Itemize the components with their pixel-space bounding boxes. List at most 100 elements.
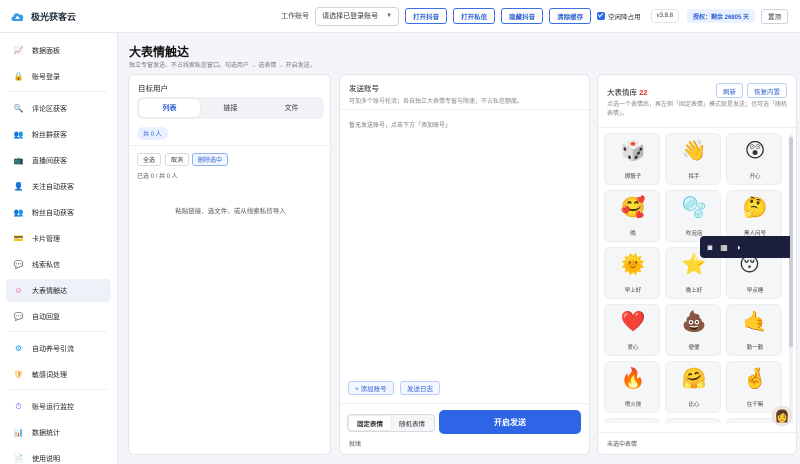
cancel-button[interactable]: 取消 xyxy=(165,153,190,166)
emoji-label: 喷火烧 xyxy=(624,402,642,408)
emoji-tile[interactable]: 👋 挥手 xyxy=(665,133,721,185)
sidebar-item-label: 线索私信 xyxy=(32,261,60,269)
fans-icon: 👥 xyxy=(13,208,24,217)
version-badge: v3.8.8 xyxy=(650,9,679,23)
sidebar-item-monitor[interactable]: ⏱ 账号运行监控 xyxy=(6,395,111,418)
open-dm-button[interactable]: 打开私信 xyxy=(453,8,496,24)
lock-icon: 🔒 xyxy=(13,72,24,81)
brand: 极光获客云 xyxy=(0,10,120,23)
emoji-label: 晚 xyxy=(630,231,636,237)
sidebar-item-label: 账号运行监控 xyxy=(32,403,74,411)
account-select[interactable]: 请选择已登录账号 ▼ xyxy=(315,6,400,26)
cloud-logo-icon xyxy=(11,12,24,21)
reply-icon: 💬 xyxy=(13,312,24,321)
divider xyxy=(340,109,591,110)
sidebar-item-follow[interactable]: 👤 关注自动获客 xyxy=(6,175,111,198)
pin-top-button[interactable]: 置顶 xyxy=(761,8,788,24)
mode-fixed[interactable]: 固定表情 xyxy=(349,416,391,430)
sidebar-item-label: 敏感词处理 xyxy=(32,371,67,379)
sidebar-item-stats[interactable]: 📊 数据统计 xyxy=(6,421,111,444)
doc-icon: 📄 xyxy=(13,454,24,463)
sidebar-item-fan-group[interactable]: 👥 粉丝群获客 xyxy=(6,123,111,146)
emoji-image-icon: 🤙 xyxy=(742,311,768,333)
emoji-tile[interactable]: 🥰 晚 xyxy=(604,190,660,242)
source-tabs: 列表 链接 文件 xyxy=(137,97,324,119)
emoji-image-icon: 😲 xyxy=(744,140,766,162)
sender-title: 发送账号 xyxy=(349,84,379,93)
sidebar-item-auto-reply[interactable]: 💬 自动回复 xyxy=(6,305,111,328)
start-send-button[interactable]: 开启发送 xyxy=(439,410,581,434)
emoji-image-icon: 🫧 xyxy=(681,197,707,219)
sidebar-item-cards[interactable]: 💳 卡片管理 xyxy=(6,227,111,250)
target-users-panel: 目标用户 列表 链接 文件 共 0 人 全选 取消 删除选中 已选 0 / 共 … xyxy=(128,74,332,455)
tab-file[interactable]: 文件 xyxy=(261,99,322,117)
search-icon: 🔍 xyxy=(13,104,24,113)
sidebar-item-big-emoji[interactable]: ☺ 大表情触达 xyxy=(6,279,111,302)
message-icon: 💬 xyxy=(13,260,24,269)
delete-selected-button[interactable]: 删除选中 xyxy=(192,153,229,166)
add-account-button[interactable]: + 添加账号 xyxy=(348,381,394,395)
checkbox-checked-icon[interactable] xyxy=(597,12,606,20)
emoji-tile[interactable]: 💩 便便 xyxy=(665,304,721,356)
send-log-button[interactable]: 发送日志 xyxy=(400,381,440,395)
sidebar-item-login[interactable]: 🔒 账号登录 xyxy=(6,65,111,88)
app-name: 极光获客云 xyxy=(31,11,77,22)
assistant-avatar-icon[interactable]: 👩 xyxy=(772,406,792,426)
follow-icon: 👤 xyxy=(13,182,24,191)
mode-random[interactable]: 随机表情 xyxy=(391,416,433,430)
divider xyxy=(598,127,798,128)
grid-icon[interactable]: ▦ xyxy=(719,242,729,252)
emoji-image-icon: 🔥 xyxy=(620,368,646,390)
emoji-tile[interactable]: 😁 xyxy=(665,418,721,423)
open-douyin-button[interactable]: 打开抖音 xyxy=(405,8,448,24)
sender-empty-tip: 暂无发送账号，点击下方「添加账号」 xyxy=(349,123,452,129)
clear-cache-button[interactable]: 清除缓存 xyxy=(549,8,592,24)
emoji-tile[interactable]: 🫧 吹泡泡 xyxy=(665,190,721,242)
emoji-label: 比心 xyxy=(688,402,700,408)
sidebar-item-docs[interactable]: 📄 使用说明 xyxy=(6,447,111,464)
sidebar-divider xyxy=(10,91,107,92)
select-all-button[interactable]: 全选 xyxy=(137,153,162,166)
emoji-grid: 🎲 掷骰子 👋 挥手 😲 开心 🥰 晚 🫧 吹泡泡 🤔 黑人问号 🌞 早上好 ⭐ 晚上好 😴 早点睡 ❤️ 爱心 💩 便便… xyxy=(604,133,790,423)
smile-icon: ☺ xyxy=(14,286,23,295)
emoji-tile[interactable]: ❤️ 爱心 xyxy=(604,304,660,356)
emoji-tile[interactable]: 🤙 勤一勤 xyxy=(726,304,782,356)
sidebar-item-comments[interactable]: 🔍 评论区获客 xyxy=(6,97,111,120)
emoji-image-icon: 🤔 xyxy=(742,197,768,219)
divider xyxy=(598,432,798,433)
emoji-tile[interactable]: 🎲 掷骰子 xyxy=(604,133,660,185)
refresh-button[interactable]: 刷新 xyxy=(716,83,743,98)
sidebar-item-label: 粉丝自动获客 xyxy=(32,209,74,217)
sidebar-item-leads-dm[interactable]: 💬 线索私信 xyxy=(6,253,111,276)
emoji-tile[interactable]: 🤔 黑人问号 xyxy=(726,190,782,242)
sidebar-item-nurture[interactable]: ⚙ 自动养号引流 xyxy=(6,337,111,360)
emoji-tile[interactable]: 🌞 早上好 xyxy=(604,247,660,299)
emoji-image-icon: 💩 xyxy=(681,311,707,333)
emoji-tile[interactable]: 😲 开心 xyxy=(726,133,782,185)
sidebar-item-dashboard[interactable]: 📈 数据面板 xyxy=(6,39,111,62)
sidebar-item-fans[interactable]: 👥 粉丝自动获客 xyxy=(6,201,111,224)
emoji-tile[interactable]: 😊 xyxy=(604,418,660,423)
emoji-tile[interactable]: 🔥 喷火烧 xyxy=(604,361,660,413)
emoji-image-icon: 🎲 xyxy=(620,140,646,162)
sidebar-item-sensitive[interactable]: 🛡 敏感词处理 xyxy=(6,363,111,386)
emoji-label: 便便 xyxy=(688,345,700,351)
sidebar-item-label: 评论区获客 xyxy=(32,105,67,113)
emoji-tile[interactable]: 🤗 比心 xyxy=(665,361,721,413)
record-icon[interactable]: ◑ xyxy=(733,242,743,252)
empty-tip: 粘贴链接、选文件、或从线索私信导入 xyxy=(175,208,286,215)
target-users-title: 目标用户 xyxy=(138,84,168,93)
sidebar-item-label: 自动养号引流 xyxy=(32,345,74,353)
restore-builtin-button[interactable]: 恢复内置 xyxy=(747,83,787,98)
tab-list[interactable]: 列表 xyxy=(139,99,200,117)
sidebar-item-live[interactable]: 📺 直播间获客 xyxy=(6,149,111,172)
idle-checkbox[interactable]: 空闲降占用 xyxy=(597,11,641,21)
divider xyxy=(340,403,591,404)
emoji-grid-viewport: 🎲 掷骰子 👋 挥手 😲 开心 🥰 晚 🫧 吹泡泡 🤔 黑人问号 🌞 早上好 ⭐ 晚上好 😴 早点睡 ❤️ 爱心 💩 便便… xyxy=(604,133,790,423)
hide-douyin-button[interactable]: 隐藏抖音 xyxy=(501,8,544,24)
sidebar-divider xyxy=(10,389,107,390)
tab-link[interactable]: 链接 xyxy=(200,99,261,117)
emoji-tile[interactable]: 🤞 在干嘛 xyxy=(726,361,782,413)
sender-subtitle: 可加多个账号轮流；各自独立大表情专窗与限速，不占私信额度。 xyxy=(349,99,524,105)
camera-icon[interactable]: ◙ xyxy=(705,242,715,252)
